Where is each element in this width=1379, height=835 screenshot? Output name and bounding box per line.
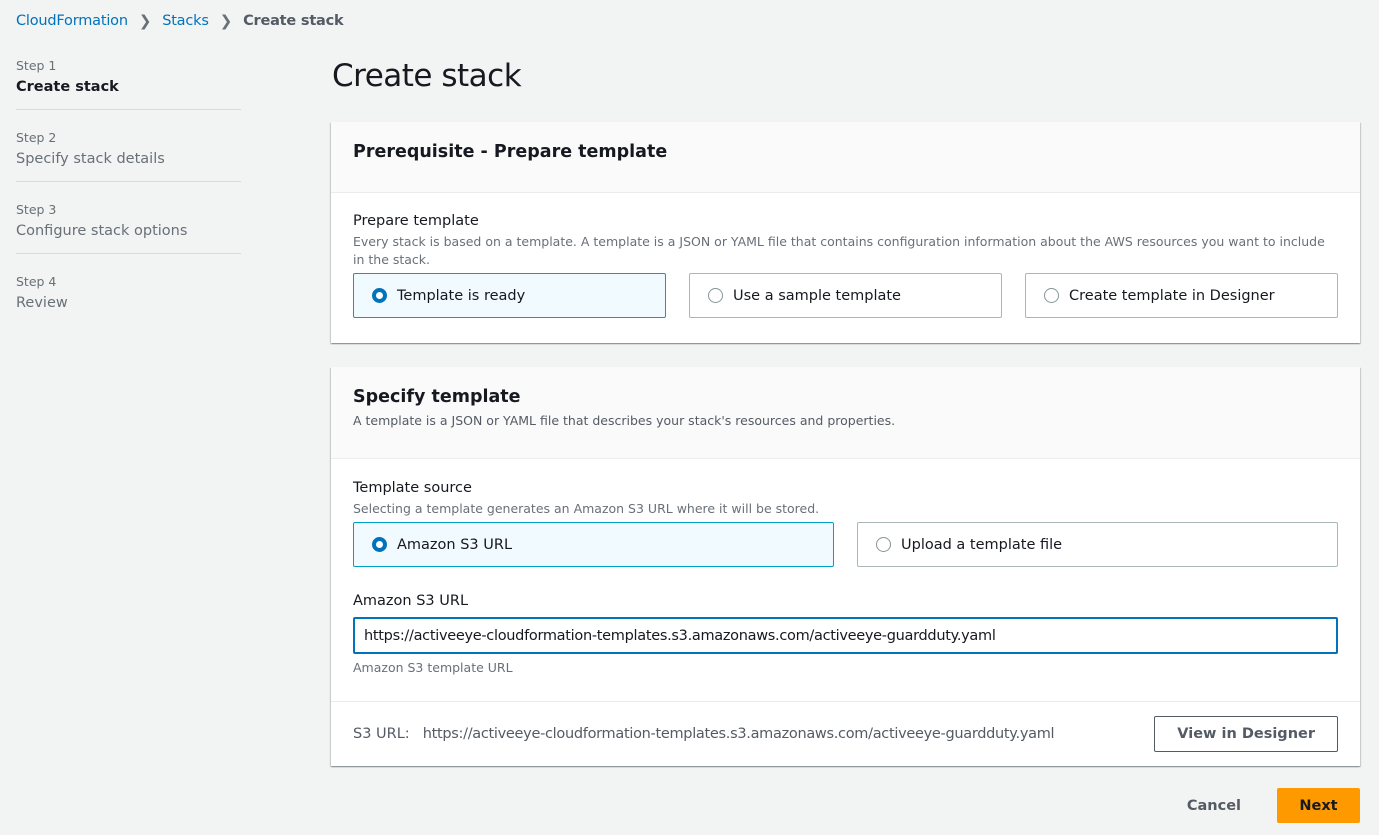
s3-url-summary-value: https://activeeye-cloudformation-templat… — [422, 726, 1055, 742]
option-label: Template is ready — [397, 287, 526, 304]
option-label: Amazon S3 URL — [397, 536, 513, 553]
chevron-right-icon: ❯ — [219, 12, 233, 30]
radio-checked-icon[interactable] — [372, 537, 387, 552]
prepare-template-label: Prepare template — [353, 213, 479, 229]
wizard-steps: Step 1 Create stack Step 2 Specify stack… — [16, 56, 241, 343]
step-number: Step 3 — [16, 202, 57, 217]
panel-description: A template is a JSON or YAML file that d… — [353, 413, 896, 428]
prepare-template-options: Template is ready Use a sample template … — [353, 273, 1338, 318]
wizard-actions: Cancel Next — [1177, 788, 1360, 823]
option-amazon-s3-url[interactable]: Amazon S3 URL — [353, 522, 834, 567]
s3-url-summary-label: S3 URL: — [353, 726, 410, 742]
radio-checked-icon[interactable] — [372, 288, 387, 303]
specify-template-panel: Specify template A template is a JSON or… — [331, 367, 1360, 766]
breadcrumb-cloudformation[interactable]: CloudFormation — [16, 13, 128, 29]
view-in-designer-button[interactable]: View in Designer — [1154, 716, 1338, 752]
s3-url-summary: S3 URL: https://activeeye-cloudformation… — [331, 701, 1360, 766]
wizard-step-1: Step 1 Create stack — [16, 56, 241, 110]
option-template-ready[interactable]: Template is ready — [353, 273, 666, 318]
panel-header: Prerequisite - Prepare template — [331, 122, 1360, 193]
option-label: Use a sample template — [733, 287, 901, 304]
breadcrumb: CloudFormation ❯ Stacks ❯ Create stack — [16, 12, 344, 30]
cancel-button[interactable]: Cancel — [1177, 798, 1251, 814]
panel-title: Prerequisite - Prepare template — [353, 142, 668, 162]
wizard-step-3: Step 3 Configure stack options — [16, 200, 241, 254]
option-create-in-designer[interactable]: Create template in Designer — [1025, 273, 1338, 318]
option-label: Create template in Designer — [1069, 287, 1275, 304]
chevron-right-icon: ❯ — [138, 12, 152, 30]
template-source-options: Amazon S3 URL Upload a template file — [353, 522, 1338, 567]
breadcrumb-current: Create stack — [243, 13, 344, 29]
step-number: Step 2 — [16, 130, 57, 145]
radio-unchecked-icon[interactable] — [876, 537, 891, 552]
step-title: Review — [16, 295, 68, 311]
radio-unchecked-icon[interactable] — [708, 288, 723, 303]
panel-title: Specify template — [353, 387, 521, 407]
next-button[interactable]: Next — [1277, 788, 1360, 823]
template-source-description: Selecting a template generates an Amazon… — [353, 501, 820, 516]
page-title: Create stack — [332, 58, 522, 94]
option-upload-template-file[interactable]: Upload a template file — [857, 522, 1338, 567]
breadcrumb-stacks[interactable]: Stacks — [162, 13, 209, 29]
prepare-template-description: Every stack is based on a template. A te… — [353, 234, 1325, 267]
template-source-label: Template source — [353, 480, 472, 496]
option-label: Upload a template file — [901, 536, 1063, 553]
s3-url-hint: Amazon S3 template URL — [353, 660, 513, 675]
radio-unchecked-icon[interactable] — [1044, 288, 1059, 303]
wizard-step-2: Step 2 Specify stack details — [16, 128, 241, 182]
panel-header: Specify template A template is a JSON or… — [331, 367, 1360, 459]
step-title: Configure stack options — [16, 223, 188, 239]
step-number: Step 1 — [16, 58, 57, 73]
step-title: Create stack — [16, 79, 119, 95]
s3-url-input[interactable] — [353, 617, 1338, 654]
option-sample-template[interactable]: Use a sample template — [689, 273, 1002, 318]
step-number: Step 4 — [16, 274, 57, 289]
s3-url-label: Amazon S3 URL — [353, 593, 469, 609]
wizard-step-4: Step 4 Review — [16, 272, 241, 325]
step-title: Specify stack details — [16, 151, 165, 167]
prerequisite-panel: Prerequisite - Prepare template Prepare … — [331, 122, 1360, 343]
